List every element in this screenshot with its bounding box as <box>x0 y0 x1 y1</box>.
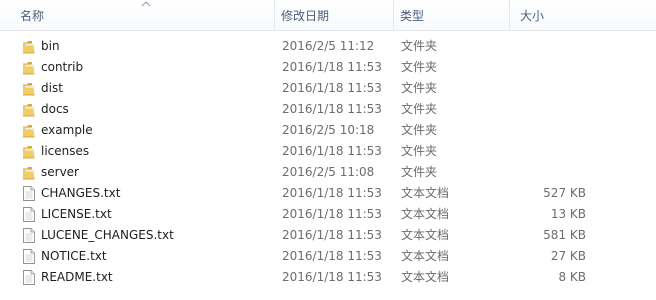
text-file-icon <box>22 207 36 222</box>
file-row[interactable]: bin 2016/2/5 11:12 文件夹 <box>0 36 656 57</box>
text-file-icon <box>22 228 36 243</box>
file-row[interactable]: LICENSE.txt 2016/1/18 11:53 文本文档 13 KB <box>0 204 656 225</box>
file-name: server <box>41 165 79 179</box>
file-type: 文件夹 <box>401 39 438 53</box>
file-name: contrib <box>41 60 84 74</box>
text-file-icon <box>22 249 36 264</box>
file-list: bin 2016/2/5 11:12 文件夹 contrib 2016/1/18 11… <box>0 36 656 288</box>
file-name: CHANGES.txt <box>41 186 121 200</box>
file-row[interactable]: contrib 2016/1/18 11:53 文件夹 <box>0 57 656 78</box>
file-date-modified: 2016/1/18 11:53 <box>282 60 382 74</box>
file-type: 文件夹 <box>401 60 438 74</box>
file-row[interactable]: example 2016/2/5 10:18 文件夹 <box>0 120 656 141</box>
file-date-modified: 2016/1/18 11:53 <box>282 81 382 95</box>
file-type: 文本文档 <box>401 207 450 221</box>
file-type: 文件夹 <box>401 165 438 179</box>
file-size: 581 KB <box>543 228 586 242</box>
file-row[interactable]: CHANGES.txt 2016/1/18 11:53 文本文档 527 KB <box>0 183 656 204</box>
file-date-modified: 2016/2/5 11:12 <box>282 39 375 53</box>
file-row[interactable]: README.txt 2016/1/18 11:53 文本文档 8 KB <box>0 267 656 288</box>
file-date-modified: 2016/1/18 11:53 <box>282 144 382 158</box>
file-row[interactable]: dist 2016/1/18 11:53 文件夹 <box>0 78 656 99</box>
file-size: 27 KB <box>550 249 586 263</box>
folder-icon <box>22 144 36 159</box>
file-date-modified: 2016/1/18 11:53 <box>282 186 382 200</box>
file-row[interactable]: docs 2016/1/18 11:53 文件夹 <box>0 99 656 120</box>
file-type: 文本文档 <box>401 249 450 263</box>
file-date-modified: 2016/1/18 11:53 <box>282 249 382 263</box>
file-date-modified: 2016/1/18 11:53 <box>282 228 382 242</box>
file-name: bin <box>41 39 60 53</box>
folder-icon <box>22 123 36 138</box>
text-file-icon <box>22 186 36 201</box>
file-name: docs <box>41 102 69 116</box>
file-date-modified: 2016/2/5 11:08 <box>282 165 375 179</box>
folder-icon <box>22 81 36 96</box>
folder-icon <box>22 60 36 75</box>
folder-icon <box>22 102 36 117</box>
file-type: 文件夹 <box>401 123 438 137</box>
column-header-size[interactable]: 大小 <box>510 0 656 30</box>
file-type: 文件夹 <box>401 81 438 95</box>
file-name: example <box>41 123 93 137</box>
file-row[interactable]: LUCENE_CHANGES.txt 2016/1/18 11:53 文本文档 581… <box>0 225 656 246</box>
column-header-bar: 名称 修改日期 类型 大小 <box>0 0 656 31</box>
file-row[interactable]: licenses 2016/1/18 11:53 文件夹 <box>0 141 656 162</box>
file-row[interactable]: NOTICE.txt 2016/1/18 11:53 文本文档 27 KB <box>0 246 656 267</box>
file-date-modified: 2016/1/18 11:53 <box>282 102 382 116</box>
file-size: 13 KB <box>550 207 586 221</box>
folder-icon <box>22 165 36 180</box>
file-type: 文件夹 <box>401 144 438 158</box>
file-type: 文本文档 <box>401 228 450 242</box>
file-row[interactable]: server 2016/2/5 11:08 文件夹 <box>0 162 656 183</box>
file-name: LUCENE_CHANGES.txt <box>41 228 174 242</box>
file-type: 文件夹 <box>401 102 438 116</box>
file-date-modified: 2016/2/5 10:18 <box>282 123 375 137</box>
file-size: 8 KB <box>558 270 586 284</box>
file-size: 527 KB <box>543 186 586 200</box>
file-date-modified: 2016/1/18 11:53 <box>282 207 382 221</box>
folder-icon <box>22 39 36 54</box>
file-type: 文本文档 <box>401 270 450 284</box>
column-header-name[interactable]: 名称 <box>0 0 275 30</box>
file-name: licenses <box>41 144 90 158</box>
file-name: LICENSE.txt <box>41 207 112 221</box>
file-name: dist <box>41 81 63 95</box>
file-name: README.txt <box>41 270 113 284</box>
column-header-date-modified[interactable]: 修改日期 <box>275 0 394 30</box>
column-header-type[interactable]: 类型 <box>394 0 510 30</box>
file-name: NOTICE.txt <box>41 249 107 263</box>
file-type: 文本文档 <box>401 186 450 200</box>
file-date-modified: 2016/1/18 11:53 <box>282 270 382 284</box>
text-file-icon <box>22 270 36 285</box>
